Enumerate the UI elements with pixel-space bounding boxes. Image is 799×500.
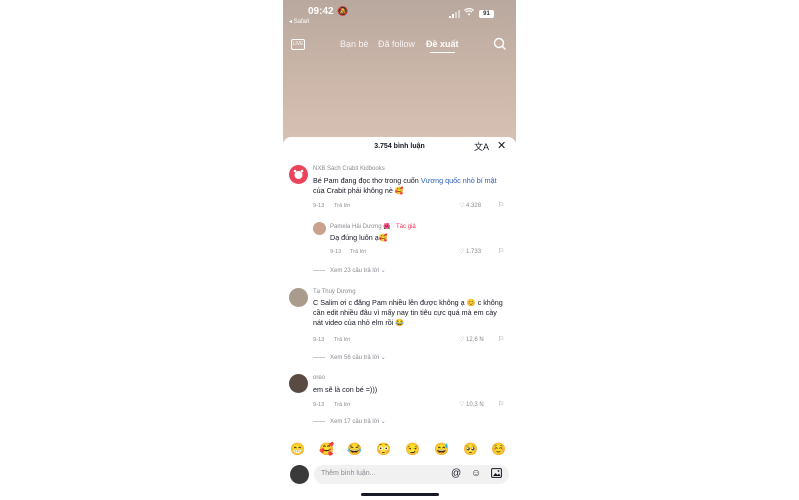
comments-sheet: 3.754 bình luận 文A ✕ NXB Sách Crabit Kid… <box>283 137 516 500</box>
reply-text: Dạ đúng luôn ạ🥰 <box>330 233 388 242</box>
comment-username[interactable]: oreo <box>313 375 325 381</box>
back-to-safari-link[interactable]: ◂ Safari <box>289 18 309 25</box>
comment-date: 9-13 <box>313 337 325 343</box>
emoji-flushed-button[interactable]: 😳 <box>376 442 391 456</box>
reply-date: 9-13 <box>330 249 342 255</box>
comment-text: C Salim ơi c đăng Pam nhiều lên được khô… <box>313 298 503 327</box>
tab-following[interactable]: Đã follow <box>378 39 415 49</box>
dislike-icon[interactable]: ⚐ <box>498 201 504 209</box>
emoji-pleading-button[interactable]: 🥺 <box>463 442 478 456</box>
comment-username[interactable]: Tạ Thuỳ Dương <box>313 289 356 295</box>
view-replies-link[interactable]: Xem 23 câu trả lời ⌄ <box>313 267 386 274</box>
avatar-crabit[interactable] <box>289 165 308 184</box>
emoji-smirk-button[interactable]: 😏 <box>405 442 420 456</box>
cellular-signal-icon <box>449 10 460 18</box>
status-bar: 09:42 🔕 ◂ Safari 91 <box>283 0 516 26</box>
comment-text: Bé Pam đang đọc thơ trong cuốn Vương quố… <box>313 176 497 195</box>
tab-friends[interactable]: Bạn bè <box>340 39 369 49</box>
comment-text: em sẽ là con bé =))) <box>313 385 378 394</box>
like-count: 4.328 <box>466 203 482 209</box>
my-avatar <box>290 465 309 484</box>
live-button[interactable]: LIVE <box>291 39 305 50</box>
like-button[interactable]: ♡ 4.328 <box>459 202 481 209</box>
avatar-oreo[interactable] <box>289 374 308 393</box>
translate-icon[interactable]: 文A <box>474 140 489 153</box>
emoji-picker-icon[interactable]: ☺ <box>471 468 481 479</box>
like-count: 1.733 <box>466 249 482 255</box>
comment-placeholder: Thêm bình luận... <box>321 470 376 477</box>
phone-screen: 09:42 🔕 ◂ Safari 91 LIVE Bạn bè Đã follo… <box>283 0 516 500</box>
wifi-icon <box>463 8 475 18</box>
quick-emoji-bar: 😁 🥰 😂 😳 😏 😅 🥺 ☺️ <box>283 442 516 460</box>
battery-indicator: 91 <box>479 10 494 18</box>
comment-input[interactable]: Thêm bình luận... @ ☺ <box>314 465 509 484</box>
author-tag: · Tác giả <box>392 224 416 230</box>
home-indicator <box>361 493 439 496</box>
mention-icon[interactable]: @ <box>451 468 461 479</box>
reply-button[interactable]: Trả lời <box>334 337 350 343</box>
comment-date: 9-13 <box>313 402 325 408</box>
emoji-laugh-button[interactable]: 😂 <box>347 442 362 456</box>
silent-bell-icon: 🔕 <box>337 6 349 16</box>
view-replies-link[interactable]: Xem 56 câu trả lời ⌄ <box>313 354 386 361</box>
product-link[interactable]: Vương quốc nhỏ bí mật <box>421 176 497 185</box>
emoji-grin-button[interactable]: 😁 <box>290 442 305 456</box>
dislike-icon[interactable]: ⚐ <box>498 335 504 343</box>
image-attach-icon[interactable] <box>491 468 502 481</box>
like-count: 12,6 N <box>466 337 484 343</box>
comment-input-bar: Thêm bình luận... @ ☺ <box>283 462 516 490</box>
reply-username[interactable]: Pamela Hải Dương 🌺 · Tác giả <box>330 223 416 230</box>
emoji-love-button[interactable]: 🥰 <box>319 442 334 456</box>
avatar-pamela[interactable] <box>313 222 326 235</box>
emoji-sweat-smile-button[interactable]: 😅 <box>434 442 449 456</box>
reply-button[interactable]: Trả lời <box>350 249 366 255</box>
tab-for-you[interactable]: Đề xuất <box>426 39 459 53</box>
view-replies-link[interactable]: Xem 17 câu trả lời ⌄ <box>313 418 386 425</box>
avatar-ta-thuy-duong[interactable] <box>289 288 308 307</box>
reply-button[interactable]: Trả lời <box>334 203 350 209</box>
like-count: 10,3 N <box>466 402 484 408</box>
crab-logo-icon <box>293 169 304 179</box>
like-button[interactable]: ♡ 1.733 <box>459 248 481 255</box>
top-navigation: LIVE Bạn bè Đã follow Đề xuất <box>283 36 516 54</box>
close-icon[interactable]: ✕ <box>497 139 506 152</box>
like-button[interactable]: ♡ 12,6 N <box>459 336 484 343</box>
dislike-icon[interactable]: ⚐ <box>498 400 504 408</box>
like-button[interactable]: ♡ 10,3 N <box>459 401 484 408</box>
emoji-blush-button[interactable]: ☺️ <box>491 442 506 456</box>
reply-button[interactable]: Trả lời <box>334 402 350 408</box>
comment-date: 9-13 <box>313 203 325 209</box>
search-icon[interactable] <box>493 37 507 51</box>
comment-username[interactable]: NXB Sách Crabit Kidbooks <box>313 166 385 172</box>
dislike-icon[interactable]: ⚐ <box>498 247 504 255</box>
status-time: 09:42 <box>308 6 334 17</box>
